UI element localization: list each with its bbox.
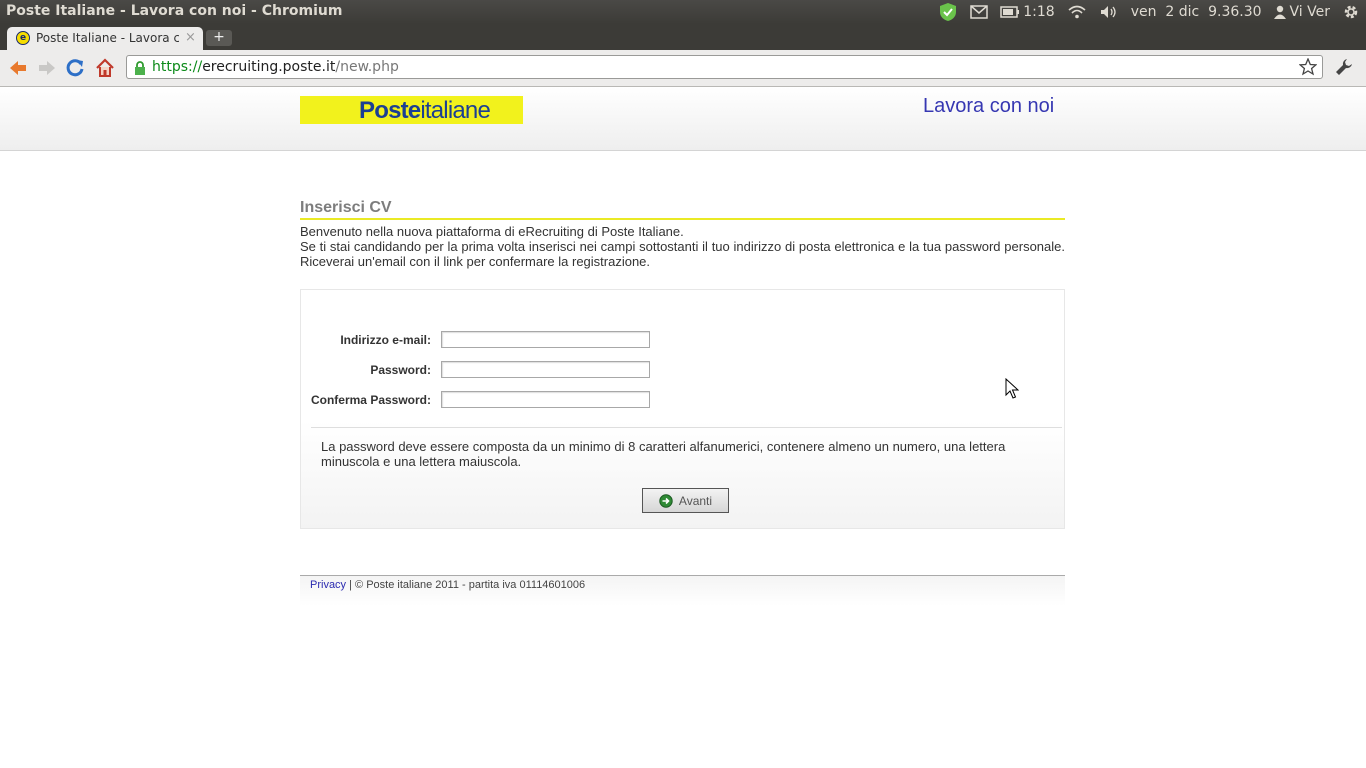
forward-arrow-icon[interactable] — [37, 58, 57, 78]
logo-text: Posteitaliane — [359, 97, 491, 124]
tab-strip: e Poste Italiane - Lavora con noi × + — [0, 24, 1366, 50]
bookmark-star-icon[interactable] — [1298, 57, 1318, 80]
page-title: Inserisci CV — [300, 199, 1065, 220]
user-name: Vi Ver — [1289, 4, 1330, 20]
email-label: Indirizzo e-mail: — [340, 333, 431, 347]
mail-icon[interactable] — [970, 5, 988, 19]
password-requirements-note: La password deve essere composta da un m… — [321, 439, 1006, 469]
page-content: Posteitaliane Lavora con noi Inserisci C… — [0, 87, 1366, 768]
email-field[interactable] — [441, 331, 650, 348]
session-gear-icon[interactable] — [1342, 3, 1360, 21]
confirm-password-field[interactable] — [441, 391, 650, 408]
site-header: Posteitaliane Lavora con noi — [0, 87, 1366, 151]
update-shield-icon[interactable] — [938, 2, 958, 22]
battery-time: 1:18 — [1023, 4, 1055, 20]
arrow-right-circle-icon — [659, 493, 673, 508]
lock-icon[interactable] — [134, 60, 146, 79]
volume-icon[interactable] — [1099, 4, 1119, 20]
password-label: Password: — [370, 363, 431, 377]
url-scheme: https:// — [152, 59, 203, 75]
home-icon[interactable] — [95, 58, 115, 78]
form-divider — [311, 427, 1062, 428]
header-title: Lavora con noi — [923, 95, 1055, 117]
intro-line-1: Benvenuto nella nuova piattaforma di eRe… — [300, 224, 684, 239]
mouse-cursor-icon — [1005, 377, 1020, 404]
address-bar[interactable]: https://erecruiting.poste.it/new.php — [126, 55, 1323, 79]
wrench-menu-icon[interactable] — [1335, 58, 1353, 80]
browser-toolbar: https://erecruiting.poste.it/new.php — [0, 50, 1366, 87]
url-text[interactable]: https://erecruiting.poste.it/new.php — [152, 59, 399, 75]
site-footer: Privacy | © Poste italiane 2011 - partit… — [300, 575, 1065, 606]
avanti-button[interactable]: Avanti — [642, 488, 729, 513]
browser-tab-active[interactable]: e Poste Italiane - Lavora con noi × — [7, 27, 203, 50]
confirm-password-label: Conferma Password: — [310, 393, 431, 407]
registration-form: Indirizzo e-mail: Password: Conferma Pas… — [300, 289, 1065, 529]
system-tray: 1:18 ven 2 dic 9.36.30 Vi Ver — [938, 0, 1366, 24]
poste-italiane-logo[interactable]: Posteitaliane — [300, 96, 523, 124]
back-arrow-icon[interactable] — [8, 58, 28, 78]
url-host: erecruiting.poste.it — [202, 59, 336, 75]
intro-line-2: Se ti stai candidando per la prima volta… — [300, 239, 1065, 269]
new-tab-button[interactable]: + — [206, 30, 232, 46]
avanti-button-label: Avanti — [678, 493, 713, 508]
battery-indicator[interactable]: 1:18 — [1000, 4, 1055, 20]
clock[interactable]: ven 2 dic 9.36.30 — [1131, 4, 1262, 20]
footer-text: Privacy | © Poste italiane 2011 - partit… — [310, 579, 585, 591]
window-title: Poste Italiane - Lavora con noi - Chromi… — [6, 3, 343, 19]
footer-copyright: | © Poste italiane 2011 - partita iva 01… — [346, 579, 586, 591]
os-top-panel: Poste Italiane - Lavora con noi - Chromi… — [0, 0, 1366, 24]
confirm-password-row: Conferma Password: — [301, 391, 701, 411]
tab-close-icon[interactable]: × — [185, 30, 196, 45]
reload-icon[interactable] — [65, 58, 85, 78]
wifi-icon[interactable] — [1067, 5, 1087, 19]
privacy-link[interactable]: Privacy — [310, 579, 346, 591]
url-path: /new.php — [335, 59, 399, 75]
password-row: Password: — [301, 361, 701, 381]
poste-favicon-icon: e — [16, 31, 30, 45]
tab-title: Poste Italiane - Lavora con noi — [36, 31, 179, 45]
intro-text: Benvenuto nella nuova piattaforma di eRe… — [300, 224, 1065, 269]
user-menu[interactable]: Vi Ver — [1273, 4, 1330, 20]
email-row: Indirizzo e-mail: — [301, 331, 701, 351]
password-field[interactable] — [441, 361, 650, 378]
